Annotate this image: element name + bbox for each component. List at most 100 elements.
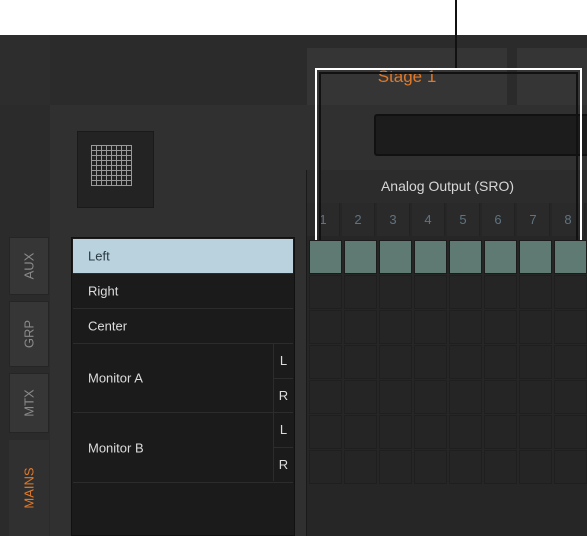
matrix-cell[interactable] <box>484 240 517 274</box>
matrix-cell[interactable] <box>449 450 482 484</box>
matrix-cell[interactable] <box>379 240 412 274</box>
matrix-cell[interactable] <box>414 345 447 379</box>
matrix-cell[interactable] <box>554 345 587 379</box>
matrix-cell[interactable] <box>309 240 342 274</box>
channel-label: Monitor A <box>88 370 143 386</box>
grid-view-button[interactable] <box>77 131 154 208</box>
matrix-cell[interactable] <box>414 415 447 449</box>
list-item-monitor-b[interactable]: Monitor B L R <box>73 413 293 483</box>
matrix-cell[interactable] <box>414 380 447 414</box>
matrix-cell[interactable] <box>449 415 482 449</box>
matrix-cell[interactable] <box>414 450 447 484</box>
tab-stage-1[interactable]: Stage 1 <box>307 48 507 105</box>
column-header: 5 <box>447 203 480 236</box>
tab-aux[interactable]: AUX <box>9 237 49 295</box>
callout-bracket-top-shadow <box>319 72 578 74</box>
matrix-cell[interactable] <box>484 380 517 414</box>
matrix-cell[interactable] <box>309 415 342 449</box>
callout-line <box>455 0 457 69</box>
channel-label: Left <box>88 248 110 264</box>
tab-mtx-label: MTX <box>21 389 37 417</box>
matrix-cell[interactable] <box>519 310 552 344</box>
routing-matrix: Analog Output (SRO) 1 2 3 4 5 6 7 8 <box>306 170 587 536</box>
list-item-monitor-a[interactable]: Monitor A L R <box>73 344 293 413</box>
callout-bracket-top <box>315 68 582 70</box>
matrix-cell[interactable] <box>379 345 412 379</box>
matrix-cell[interactable] <box>519 345 552 379</box>
channel-label: Right <box>88 283 119 299</box>
panel-corner <box>0 35 50 105</box>
matrix-cell[interactable] <box>449 275 482 309</box>
tab-mains[interactable]: MAINS <box>9 440 49 536</box>
matrix-cell[interactable] <box>379 275 412 309</box>
callout-bracket-left-shadow <box>319 72 321 240</box>
monitor-b-right[interactable]: R <box>273 447 293 481</box>
matrix-cell[interactable] <box>344 275 377 309</box>
matrix-cell[interactable] <box>554 275 587 309</box>
matrix-cell[interactable] <box>344 450 377 484</box>
matrix-cell[interactable] <box>379 450 412 484</box>
matrix-cell[interactable] <box>519 275 552 309</box>
column-header: 3 <box>377 203 410 236</box>
matrix-cell[interactable] <box>379 380 412 414</box>
matrix-cell[interactable] <box>344 310 377 344</box>
column-header: 2 <box>342 203 375 236</box>
matrix-cell[interactable] <box>379 415 412 449</box>
matrix-title: Analog Output (SRO) <box>307 170 587 203</box>
tab-aux-label: AUX <box>21 252 37 280</box>
list-item-center[interactable]: Center <box>73 309 293 344</box>
matrix-cell[interactable] <box>449 240 482 274</box>
matrix-cell[interactable] <box>449 380 482 414</box>
matrix-cell[interactable] <box>554 415 587 449</box>
matrix-cell[interactable] <box>344 415 377 449</box>
tab-grp-label: GRP <box>21 319 37 349</box>
callout-bracket-left <box>315 68 317 240</box>
matrix-cell[interactable] <box>484 310 517 344</box>
matrix-cell[interactable] <box>379 310 412 344</box>
matrix-cell[interactable] <box>344 380 377 414</box>
matrix-cell[interactable] <box>554 310 587 344</box>
matrix-cell[interactable] <box>414 275 447 309</box>
monitor-a-right[interactable]: R <box>273 378 293 412</box>
matrix-cell[interactable] <box>484 275 517 309</box>
matrix-cell[interactable] <box>554 450 587 484</box>
matrix-cell[interactable] <box>309 345 342 379</box>
matrix-cell[interactable] <box>519 380 552 414</box>
channel-label: Monitor B <box>88 440 144 455</box>
tab-grp[interactable]: GRP <box>9 301 49 367</box>
matrix-cell[interactable] <box>554 380 587 414</box>
matrix-cell[interactable] <box>519 240 552 274</box>
channel-label: Center <box>88 318 128 334</box>
monitor-b-left[interactable]: L <box>273 413 293 447</box>
tab-mains-label: MAINS <box>21 467 37 509</box>
stage-name-display <box>374 114 587 156</box>
matrix-cell[interactable] <box>449 345 482 379</box>
matrix-cell[interactable] <box>519 450 552 484</box>
callout-bracket-right-shadow <box>576 72 578 240</box>
matrix-cell[interactable] <box>344 240 377 274</box>
channel-list: Left Right Center Monitor A L R Monitor … <box>71 237 295 536</box>
callout-bracket-right <box>580 68 582 240</box>
matrix-cell[interactable] <box>309 380 342 414</box>
matrix-cell[interactable] <box>554 240 587 274</box>
column-header: 4 <box>412 203 445 236</box>
matrix-cell[interactable] <box>309 275 342 309</box>
matrix-cell[interactable] <box>484 345 517 379</box>
column-header: 1 <box>307 203 340 236</box>
matrix-cell[interactable] <box>519 415 552 449</box>
matrix-cell[interactable] <box>484 450 517 484</box>
matrix-cell[interactable] <box>449 310 482 344</box>
matrix-cell[interactable] <box>309 450 342 484</box>
matrix-cell[interactable] <box>414 310 447 344</box>
matrix-cell[interactable] <box>484 415 517 449</box>
matrix-cell[interactable] <box>309 310 342 344</box>
column-header: 6 <box>482 203 515 236</box>
column-header: 7 <box>517 203 550 236</box>
monitor-a-left[interactable]: L <box>273 344 293 378</box>
list-item-right[interactable]: Right <box>73 274 293 309</box>
matrix-cell[interactable] <box>414 240 447 274</box>
tab-mtx[interactable]: MTX <box>9 373 49 433</box>
grid-icon <box>91 145 132 186</box>
list-item-left[interactable]: Left <box>73 239 293 274</box>
matrix-cell[interactable] <box>344 345 377 379</box>
